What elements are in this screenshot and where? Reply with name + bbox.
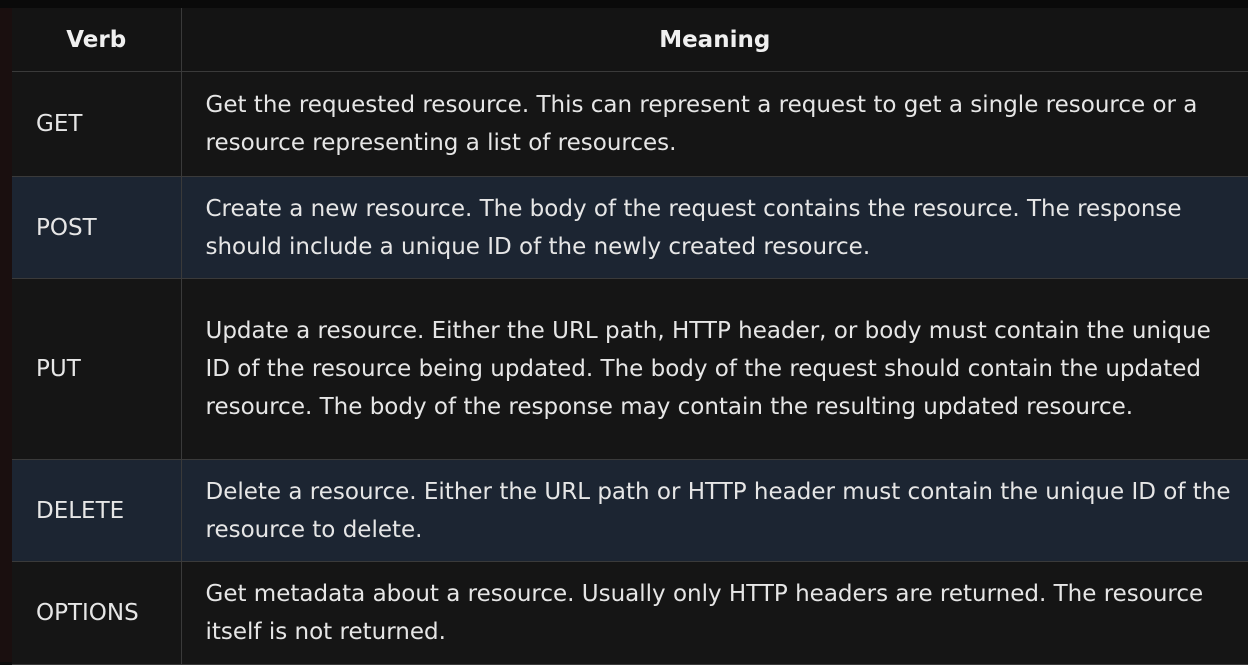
verb-cell: DELETE: [12, 459, 182, 562]
verb-cell: OPTIONS: [12, 561, 182, 665]
http-verbs-table: Verb Meaning GET Get the requested resou…: [12, 8, 1248, 665]
meaning-cell: Create a new resource. The body of the r…: [181, 176, 1248, 279]
table-row: POST Create a new resource. The body of …: [12, 176, 1248, 279]
verb-cell: POST: [12, 176, 182, 279]
header-meaning: Meaning: [181, 8, 1248, 72]
header-verb: Verb: [12, 8, 182, 72]
table-row: GET Get the requested resource. This can…: [12, 71, 1248, 177]
verb-cell: PUT: [12, 278, 182, 460]
left-edge-strip: [0, 0, 12, 662]
top-edge-strip: [0, 0, 1248, 8]
meaning-cell: Delete a resource. Either the URL path o…: [181, 459, 1248, 562]
table-row: OPTIONS Get metadata about a resource. U…: [12, 561, 1248, 665]
meaning-cell: Update a resource. Either the URL path, …: [181, 278, 1248, 460]
table-row: DELETE Delete a resource. Either the URL…: [12, 459, 1248, 562]
meaning-cell: Get metadata about a resource. Usually o…: [181, 561, 1248, 665]
table-header-row: Verb Meaning: [12, 8, 1248, 72]
table-row: PUT Update a resource. Either the URL pa…: [12, 278, 1248, 460]
page-frame: Verb Meaning GET Get the requested resou…: [0, 0, 1248, 665]
verb-cell: GET: [12, 71, 182, 177]
meaning-cell: Get the requested resource. This can rep…: [181, 71, 1248, 177]
